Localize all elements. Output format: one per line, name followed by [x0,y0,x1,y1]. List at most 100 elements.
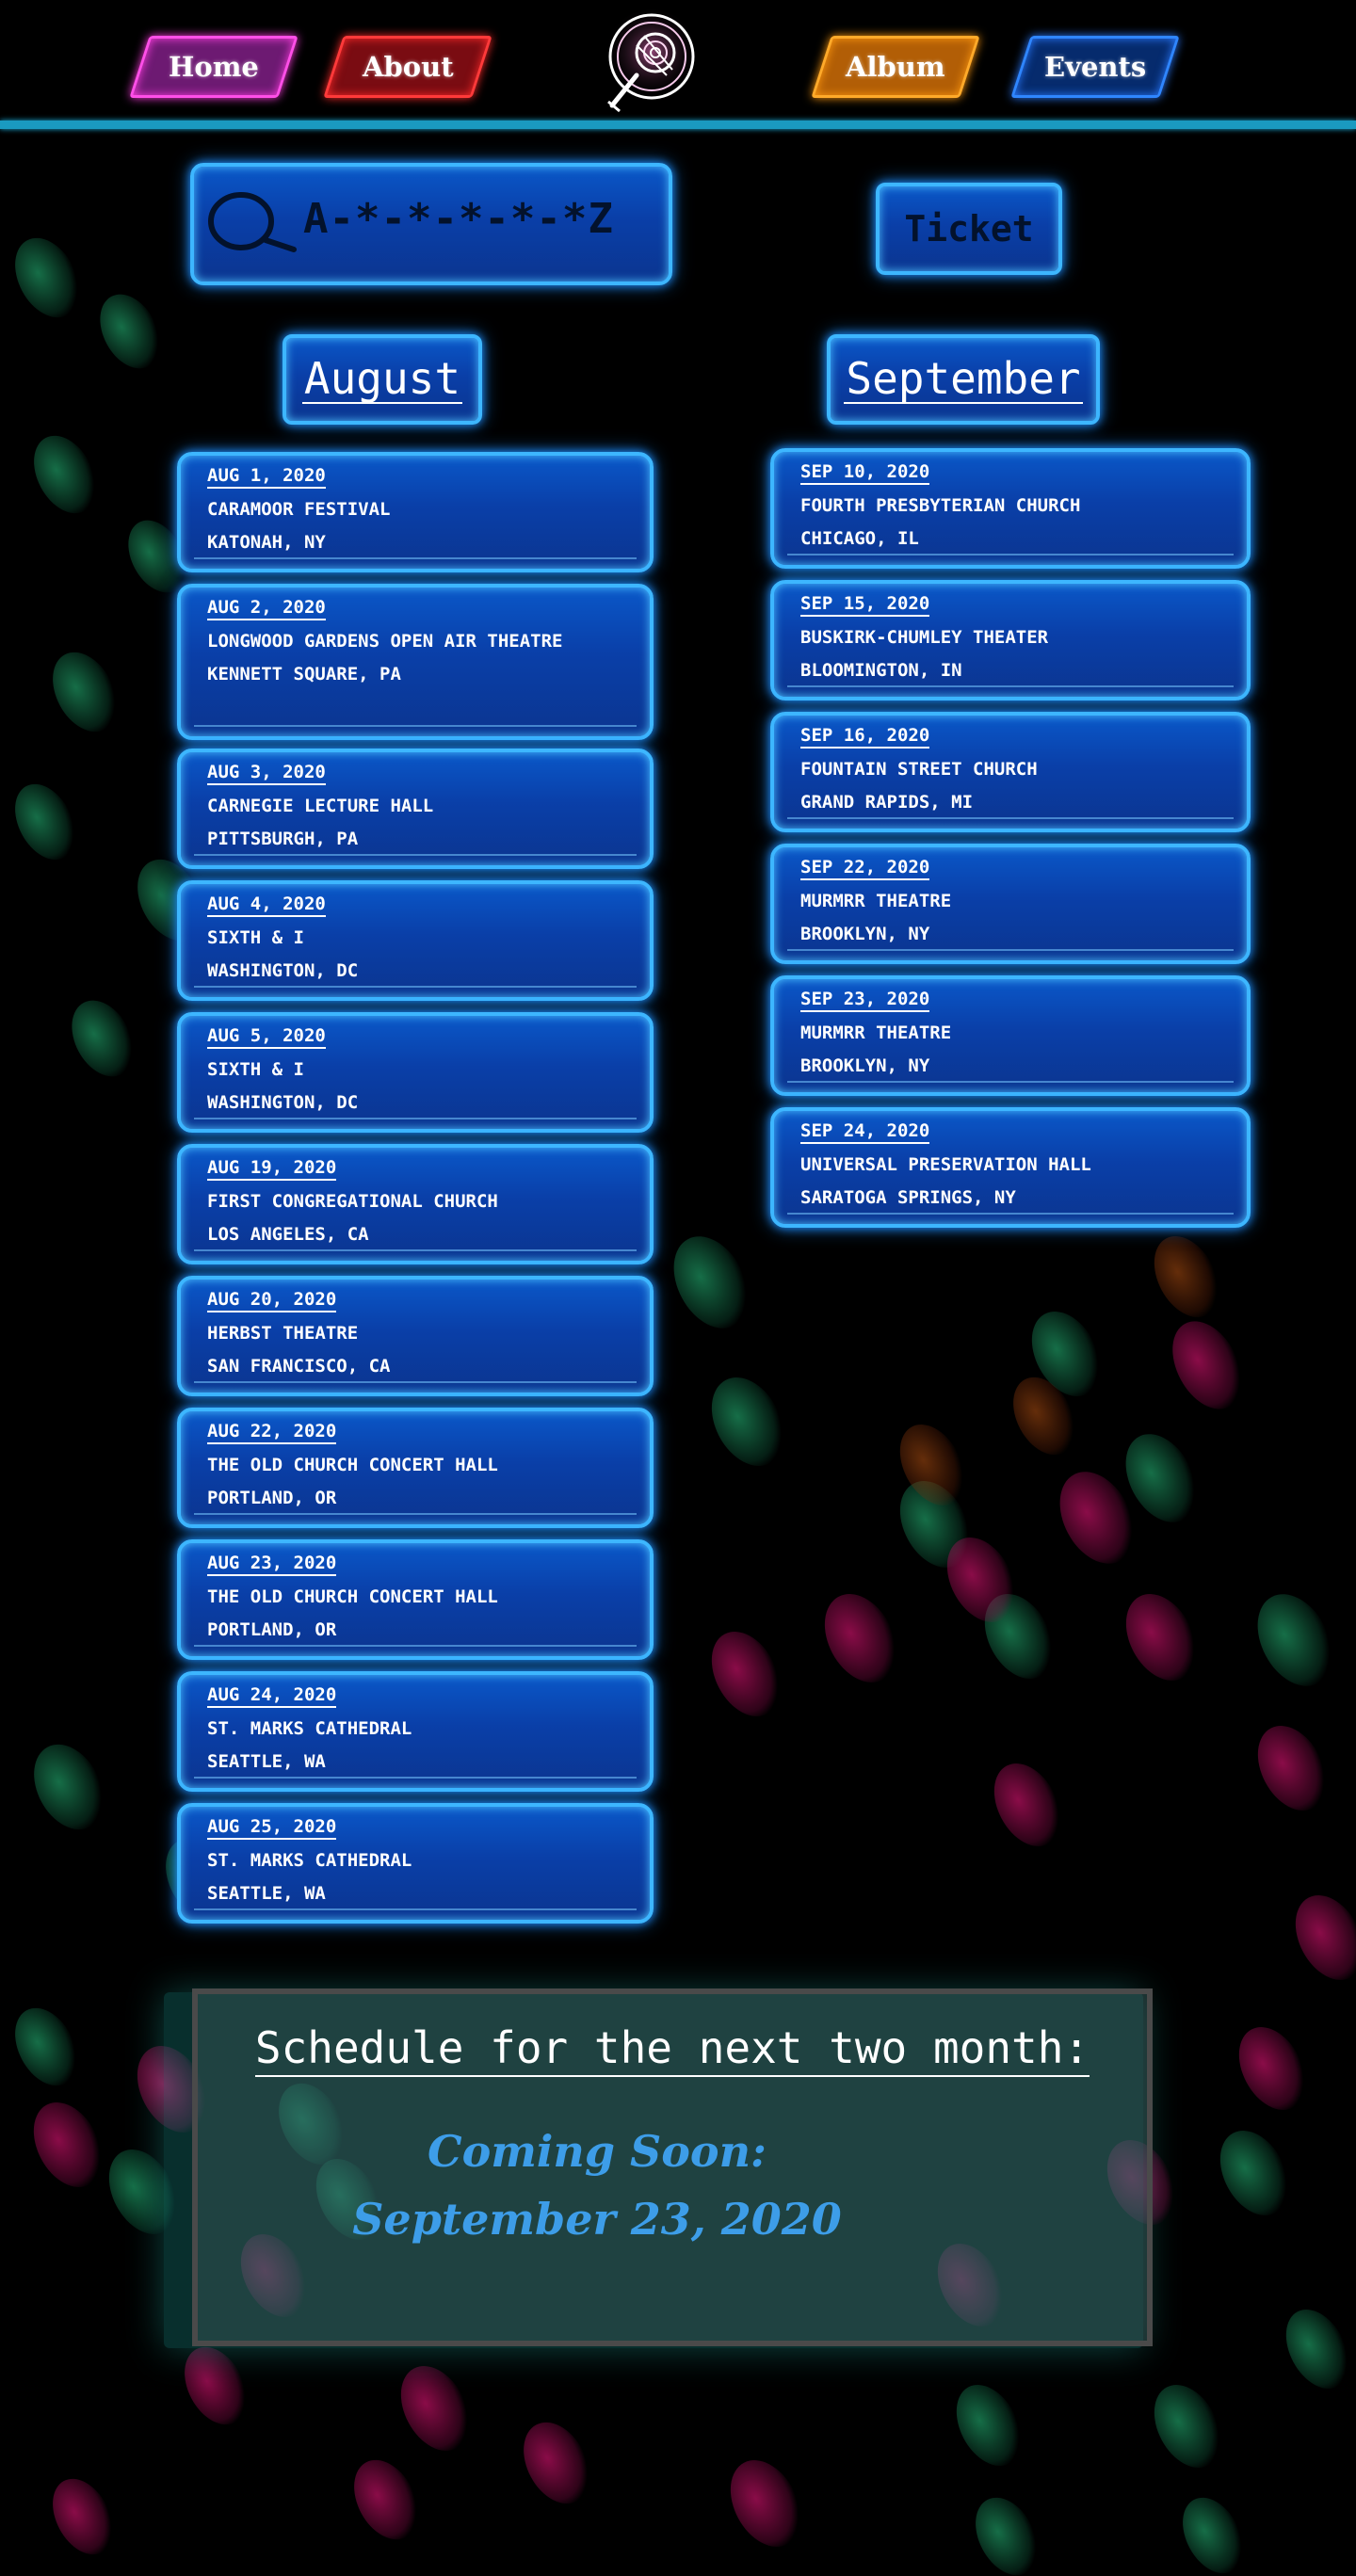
bokeh-dot [962,2487,1051,2576]
event-venue: THE OLD CHURCH CONCERT HALL [207,1586,498,1607]
bokeh-dot [1273,2298,1356,2400]
event-venue: THE OLD CHURCH CONCERT HALL [207,1455,498,1475]
event-city: SEATTLE, WA [207,1883,326,1904]
event-card[interactable]: AUG 23, 2020 THE OLD CHURCH CONCERT HALL P… [177,1539,654,1660]
event-card[interactable]: SEP 23, 2020 MURMRR THEATRE BROOKLYN, NY [770,975,1251,1096]
nav-about-button[interactable]: About [323,36,492,98]
event-card[interactable]: AUG 22, 2020 THE OLD CHURCH CONCERT HALL P… [177,1408,654,1528]
event-date: AUG 23, 2020 [207,1552,337,1576]
month-august-label: August [301,352,463,405]
bokeh-dot [810,1581,912,1696]
search-text: A-*-*-*-*-*Z [303,195,614,243]
nav-about-label: About [362,51,454,83]
card-inner-line [194,1777,637,1779]
month-heading-september: September [827,334,1100,425]
bokeh-dot [20,2090,116,2199]
bokeh-dot [1206,2118,1302,2228]
search-box[interactable]: A-*-*-*-*-*Z [190,163,672,285]
event-city: SAN FRANCISCO, CA [207,1356,391,1377]
event-date: AUG 19, 2020 [207,1156,337,1181]
event-card[interactable]: SEP 24, 2020 UNIVERSAL PRESERVATION HALL S… [770,1107,1251,1228]
event-card[interactable]: AUG 3, 2020 CARNEGIE LECTURE HALL PITTSBUR… [177,749,654,869]
event-date: SEP 16, 2020 [800,724,930,749]
event-card[interactable]: AUG 19, 2020 FIRST CONGREGATIONAL CHURCH L… [177,1144,654,1264]
card-inner-line [787,1081,1234,1083]
event-city: BLOOMINGTON, IN [800,660,962,681]
card-inner-line [194,854,637,856]
bokeh-dot [1225,2015,1319,2122]
card-inner-line [787,554,1234,555]
nav-home-button[interactable]: Home [129,36,299,98]
bokeh-dot [40,2468,125,2566]
bokeh-dot [341,2449,431,2551]
month-september-label: September [844,352,1083,405]
event-card[interactable]: SEP 16, 2020 FOUNTAIN STREET CHURCH GRAND … [770,712,1251,832]
event-city: CHICAGO, IL [800,528,919,549]
bokeh-dot [171,2336,260,2436]
event-venue: CARNEGIE LECTURE HALL [207,796,434,816]
event-card[interactable]: AUG 25, 2020 ST. MARKS CATHEDRAL SEATTLE, … [177,1803,654,1924]
card-inner-line [194,1118,637,1119]
card-inner-line [194,725,637,727]
event-card[interactable]: AUG 1, 2020 CARAMOOR FESTIVAL KATONAH, NY [177,452,654,572]
event-card[interactable]: AUG 2, 2020 LONGWOOD GARDENS OPEN AIR THE… [177,584,654,740]
event-date: AUG 24, 2020 [207,1683,337,1708]
event-card[interactable]: SEP 15, 2020 BUSKIRK-CHUMLEY THEATER BLOOM… [770,580,1251,700]
bokeh-dot [88,283,172,379]
event-date: SEP 10, 2020 [800,460,930,485]
event-city: BROOKLYN, NY [800,924,930,944]
event-city: LOS ANGELES, CA [207,1224,369,1245]
bokeh-dot [1170,2487,1255,2576]
event-venue: MURMRR THEATRE [800,891,952,911]
event-venue: ST. MARKS CATHEDRAL [207,1850,412,1871]
bokeh-dot [658,1223,764,1342]
coming-soon-date: September 23, 2020 [352,2194,842,2245]
neon-guitar-logo-icon[interactable] [599,8,702,115]
event-city: SARATOGA SPRINGS, NY [800,1187,1016,1208]
bokeh-dot [40,641,130,743]
magnifier-icon [208,192,297,252]
bokeh-dot [1282,1883,1356,1992]
event-city: BROOKLYN, NY [800,1055,930,1076]
schedule-panel: Schedule for the next two month: Coming … [192,1988,1153,2346]
event-venue: FIRST CONGREGATIONAL CHURCH [207,1191,498,1212]
card-inner-line [194,1645,637,1647]
nav-events-button[interactable]: Events [1010,36,1180,98]
event-date: SEP 23, 2020 [800,988,930,1012]
event-venue: FOURTH PRESBYTERIAN CHURCH [800,495,1081,516]
event-venue: CARAMOOR FESTIVAL [207,499,391,520]
bokeh-dot [2,1997,90,2097]
event-card[interactable]: SEP 22, 2020 MURMRR THEATRE BROOKLYN, NY [770,844,1251,964]
bokeh-dot [510,2410,603,2516]
event-card[interactable]: AUG 20, 2020 HERBST THEATRE SAN FRANCISCO,… [177,1276,654,1396]
nav-events-label: Events [1043,51,1147,83]
bokeh-dot [1244,1714,1340,1823]
event-city: GRAND RAPIDS, MI [800,792,974,813]
month-heading-august: August [282,334,482,425]
bokeh-dot [980,1751,1074,1859]
schedule-title: Schedule for the next two month: [198,2022,1147,2077]
event-card[interactable]: SEP 10, 2020 FOURTH PRESBYTERIAN CHURCH CH… [770,448,1251,569]
event-venue: HERBST THEATRE [207,1323,359,1344]
nav-album-button[interactable]: Album [811,36,980,98]
event-venue: SIXTH & I [207,1059,304,1080]
event-city: SEATTLE, WA [207,1751,326,1772]
event-card[interactable]: AUG 4, 2020 SIXTH & I WASHINGTON, DC [177,880,654,1001]
bokeh-dot [716,2448,815,2559]
event-city: KATONAH, NY [207,532,326,553]
card-inner-line [787,1213,1234,1215]
card-inner-line [194,1381,637,1383]
event-card[interactable]: AUG 5, 2020 SIXTH & I WASHINGTON, DC [177,1012,654,1133]
event-city: WASHINGTON, DC [207,960,359,981]
event-venue: ST. MARKS CATHEDRAL [207,1718,412,1739]
ticket-button[interactable]: Ticket [876,183,1062,275]
event-date: AUG 22, 2020 [207,1420,337,1444]
event-city: PITTSBURGH, PA [207,829,359,849]
bokeh-dot [697,1364,799,1479]
event-date: AUG 1, 2020 [207,464,326,489]
nav-home-label: Home [169,51,259,83]
event-card[interactable]: AUG 24, 2020 ST. MARKS CATHEDRAL SEATTLE, … [177,1671,654,1792]
card-inner-line [194,1908,637,1910]
event-city: KENNETT SQUARE, PA [207,664,401,684]
bokeh-dot [20,1732,118,1842]
